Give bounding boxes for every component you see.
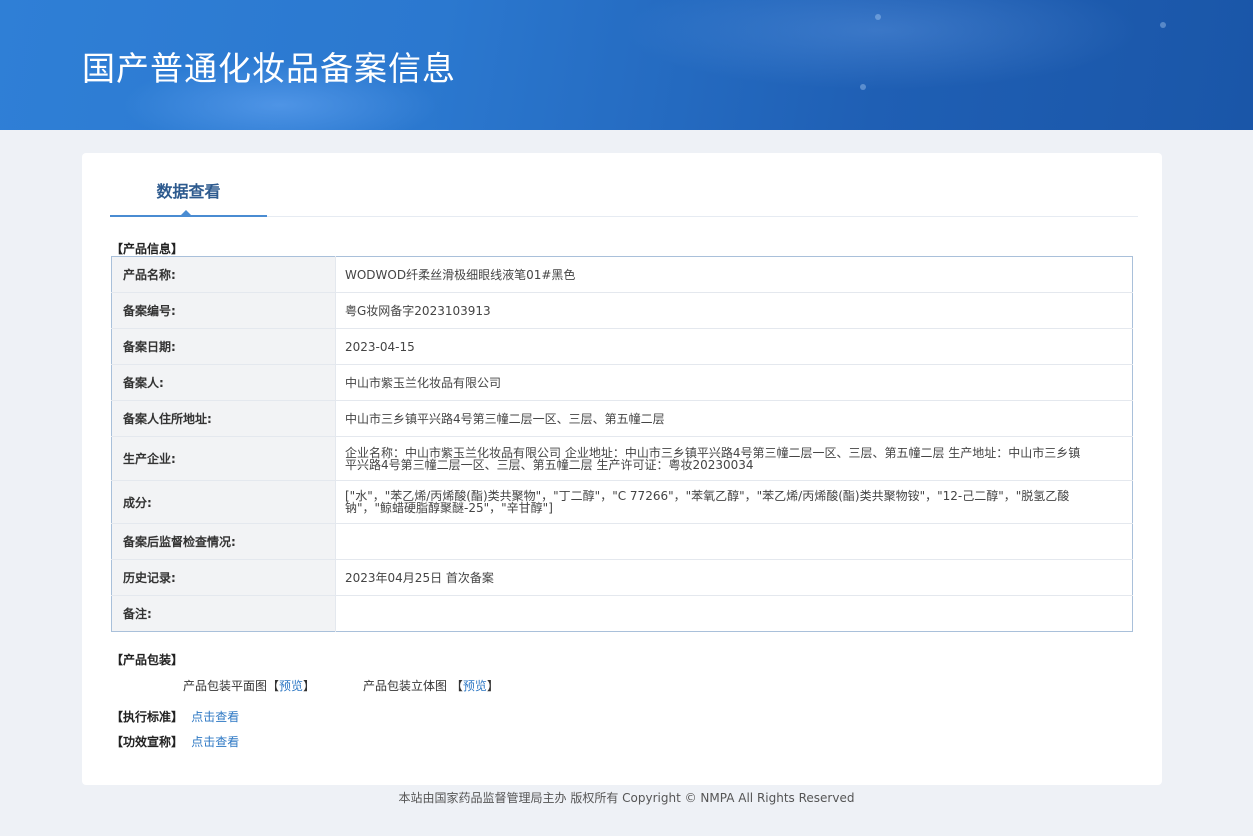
banner-glow bbox=[620, 0, 1140, 90]
section-packaging-label: 【产品包装】 bbox=[111, 653, 184, 667]
table-row: 备案人: 中山市紫玉兰化妆品有限公司 bbox=[111, 364, 1133, 401]
package-solid-label: 产品包装立体图 bbox=[363, 679, 448, 693]
banner-decoration-dot bbox=[1160, 22, 1166, 28]
package-flat-label: 产品包装平面图 bbox=[183, 679, 268, 693]
row-value: 中山市紫玉兰化妆品有限公司 bbox=[335, 364, 1133, 401]
package-flat-image-item: 产品包装平面图【预览】 bbox=[183, 677, 315, 694]
row-label: 备案后监督检查情况: bbox=[111, 523, 336, 560]
row-label: 成分: bbox=[111, 480, 336, 524]
tab-active-caret-icon bbox=[180, 210, 192, 216]
banner-decoration-dot bbox=[875, 14, 881, 20]
row-value: 企业名称：中山市紫玉兰化妆品有限公司 企业地址：中山市三乡镇平兴路4号第三幢二层… bbox=[335, 436, 1133, 481]
row-value: 2023年04月25日 首次备案 bbox=[335, 559, 1133, 596]
row-label: 备案编号: bbox=[111, 292, 336, 329]
row-label: 产品名称: bbox=[111, 256, 336, 293]
section-product-info-label: 【产品信息】 bbox=[111, 242, 184, 256]
table-row: 生产企业: 企业名称：中山市紫玉兰化妆品有限公司 企业地址：中山市三乡镇平兴路4… bbox=[111, 436, 1133, 481]
bracket: 】 bbox=[486, 679, 499, 693]
row-value: 中山市三乡镇平兴路4号第三幢二层一区、三层、第五幢二层 bbox=[335, 400, 1133, 437]
table-row: 备案日期: 2023-04-15 bbox=[111, 328, 1133, 365]
standard-heading: 【执行标准】 bbox=[111, 710, 184, 724]
table-row: 产品名称: WODWOD纤柔丝滑极细眼线液笔01#黑色 bbox=[111, 256, 1133, 293]
page-title: 国产普通化妆品备案信息 bbox=[82, 49, 456, 88]
table-row: 备案编号: 粤G妆网备字2023103913 bbox=[111, 292, 1133, 329]
section-efficacy-label: 【功效宣称】 点击查看 bbox=[111, 733, 239, 750]
row-value: 粤G妆网备字2023103913 bbox=[335, 292, 1133, 329]
footer-copyright: 本站由国家药品监督管理局主办 版权所有 Copyright © NMPA All… bbox=[398, 791, 855, 805]
tab-data-view[interactable]: 数据查看 bbox=[110, 153, 267, 217]
tab-label: 数据查看 bbox=[156, 182, 221, 201]
bracket: 】 bbox=[303, 679, 316, 693]
row-label: 备案人: bbox=[111, 364, 336, 401]
section-standard-label: 【执行标准】 点击查看 bbox=[111, 708, 239, 725]
row-value: ["水"，"苯乙烯/丙烯酸(酯)类共聚物"，"丁二醇"，"C 77266"，"苯… bbox=[335, 480, 1133, 524]
bracket: 【 bbox=[450, 679, 463, 693]
row-value: 2023-04-15 bbox=[335, 328, 1133, 365]
package-flat-preview-link[interactable]: 预览 bbox=[279, 679, 303, 693]
package-solid-preview-link[interactable]: 预览 bbox=[463, 679, 487, 693]
efficacy-heading: 【功效宣称】 bbox=[111, 735, 184, 749]
row-label: 备注: bbox=[111, 595, 336, 632]
content-card: 数据查看 【产品信息】 产品名称: WODWOD纤柔丝滑极细眼线液笔01#黑色 … bbox=[82, 153, 1162, 785]
table-row: 备案后监督检查情况: bbox=[111, 523, 1133, 560]
row-value: WODWOD纤柔丝滑极细眼线液笔01#黑色 bbox=[335, 256, 1133, 293]
banner-decoration-dot bbox=[860, 84, 866, 90]
table-row: 备案人住所地址: 中山市三乡镇平兴路4号第三幢二层一区、三层、第五幢二层 bbox=[111, 400, 1133, 437]
standard-view-link[interactable]: 点击查看 bbox=[191, 710, 239, 724]
row-label: 生产企业: bbox=[111, 436, 336, 481]
row-value bbox=[335, 523, 1133, 560]
bracket: 【 bbox=[267, 679, 280, 693]
product-info-table: 产品名称: WODWOD纤柔丝滑极细眼线液笔01#黑色 备案编号: 粤G妆网备字… bbox=[111, 256, 1133, 632]
table-row: 历史记录: 2023年04月25日 首次备案 bbox=[111, 559, 1133, 596]
tab-bar: 数据查看 bbox=[110, 153, 1138, 217]
table-row: 备注: bbox=[111, 595, 1133, 632]
table-row: 成分: ["水"，"苯乙烯/丙烯酸(酯)类共聚物"，"丁二醇"，"C 77266… bbox=[111, 480, 1133, 524]
header-banner: 国产普通化妆品备案信息 bbox=[0, 0, 1253, 130]
row-label: 历史记录: bbox=[111, 559, 336, 596]
row-label: 备案日期: bbox=[111, 328, 336, 365]
efficacy-view-link[interactable]: 点击查看 bbox=[191, 735, 239, 749]
row-label: 备案人住所地址: bbox=[111, 400, 336, 437]
row-value bbox=[336, 596, 1133, 632]
package-solid-image-item: 产品包装立体图 【预览】 bbox=[363, 677, 499, 694]
